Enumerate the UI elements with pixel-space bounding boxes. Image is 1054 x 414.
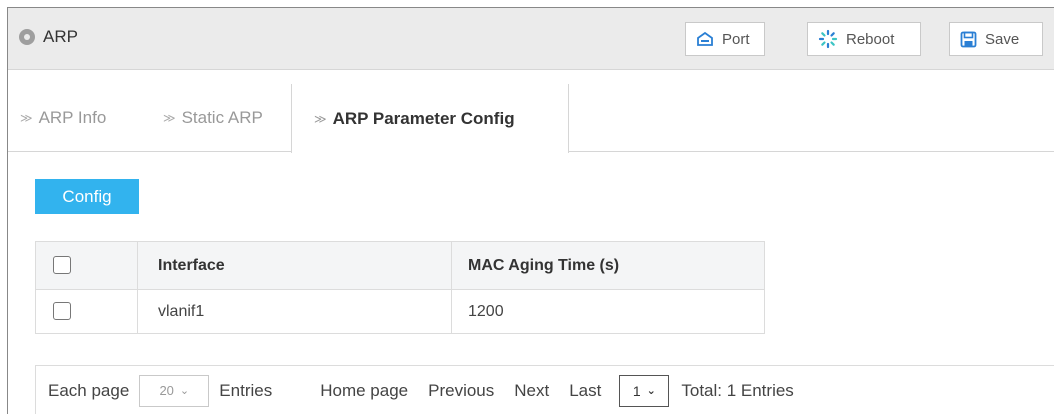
- select-all-cell: [35, 241, 138, 290]
- table-header-row: Interface MAC Aging Time (s): [35, 241, 765, 290]
- page-size-select[interactable]: 20 ⌄: [139, 374, 210, 407]
- pagination-bar: Each page 20 ⌄ Entries Home page Previou…: [35, 365, 1054, 414]
- double-chevron-right-icon: ≫: [163, 111, 176, 125]
- tab-static-arp[interactable]: ≫ Static ARP: [163, 84, 263, 152]
- tab-arp-parameter-config[interactable]: ≫ ARP Parameter Config: [291, 84, 569, 153]
- tab-arp-info[interactable]: ≫ ARP Info: [20, 84, 106, 152]
- save-button-label: Save: [985, 30, 1020, 48]
- tab-label: ARP Parameter Config: [332, 108, 515, 128]
- last-page-link[interactable]: Last: [569, 381, 601, 401]
- tab-label: Static ARP: [181, 108, 263, 127]
- interface-cell: vlanif1: [137, 289, 452, 334]
- floppy-save-icon: [960, 31, 977, 47]
- page-number-select[interactable]: 1 ⌄: [619, 374, 670, 407]
- mac-aging-time-cell: 1200: [451, 289, 765, 334]
- previous-page-link[interactable]: Previous: [428, 381, 494, 401]
- port-button-label: Port: [722, 30, 750, 48]
- page-title: ARP: [43, 27, 78, 46]
- row-checkbox[interactable]: [53, 302, 71, 321]
- double-chevron-right-icon: ≫: [20, 111, 33, 125]
- arp-parameter-table: Interface MAC Aging Time (s) vlanif1 120…: [35, 241, 765, 334]
- tab-bar: ≫ ARP Info ≫ Static ARP ≫ ARP Parameter …: [8, 84, 1054, 153]
- page-number-value: 1: [632, 382, 641, 399]
- port-button[interactable]: Port: [685, 22, 765, 56]
- column-header-mac-aging-time[interactable]: MAC Aging Time (s): [451, 241, 765, 290]
- radio-dot-icon: [19, 29, 35, 45]
- page-size-value: 20: [159, 383, 174, 398]
- port-icon: [697, 31, 713, 46]
- total-entries-label: Total: 1 Entries: [681, 380, 794, 400]
- reboot-button-label: Reboot: [846, 30, 895, 48]
- reboot-button[interactable]: Reboot: [807, 22, 921, 56]
- chevron-down-icon: ⌄: [646, 385, 656, 397]
- table-row[interactable]: vlanif1 1200: [35, 289, 765, 334]
- reboot-spinner-icon: [818, 29, 838, 49]
- entries-label: Entries: [219, 380, 273, 400]
- home-page-link[interactable]: Home page: [320, 381, 408, 401]
- double-chevron-right-icon: ≫: [314, 111, 327, 126]
- each-page-label: Each page: [48, 380, 130, 400]
- next-page-link[interactable]: Next: [514, 381, 549, 401]
- save-button[interactable]: Save: [949, 22, 1043, 56]
- chevron-down-icon: ⌄: [179, 385, 190, 397]
- select-all-checkbox[interactable]: [53, 256, 71, 275]
- app-frame: ARP Port Reboot Save ≫ ARP Info ≫ Static…: [7, 7, 1054, 414]
- config-button[interactable]: Config: [35, 179, 139, 214]
- column-header-interface[interactable]: Interface: [137, 241, 452, 290]
- row-select-cell: [35, 289, 138, 334]
- header-bar: ARP Port Reboot Save: [8, 8, 1054, 70]
- tab-label: ARP Info: [38, 108, 107, 127]
